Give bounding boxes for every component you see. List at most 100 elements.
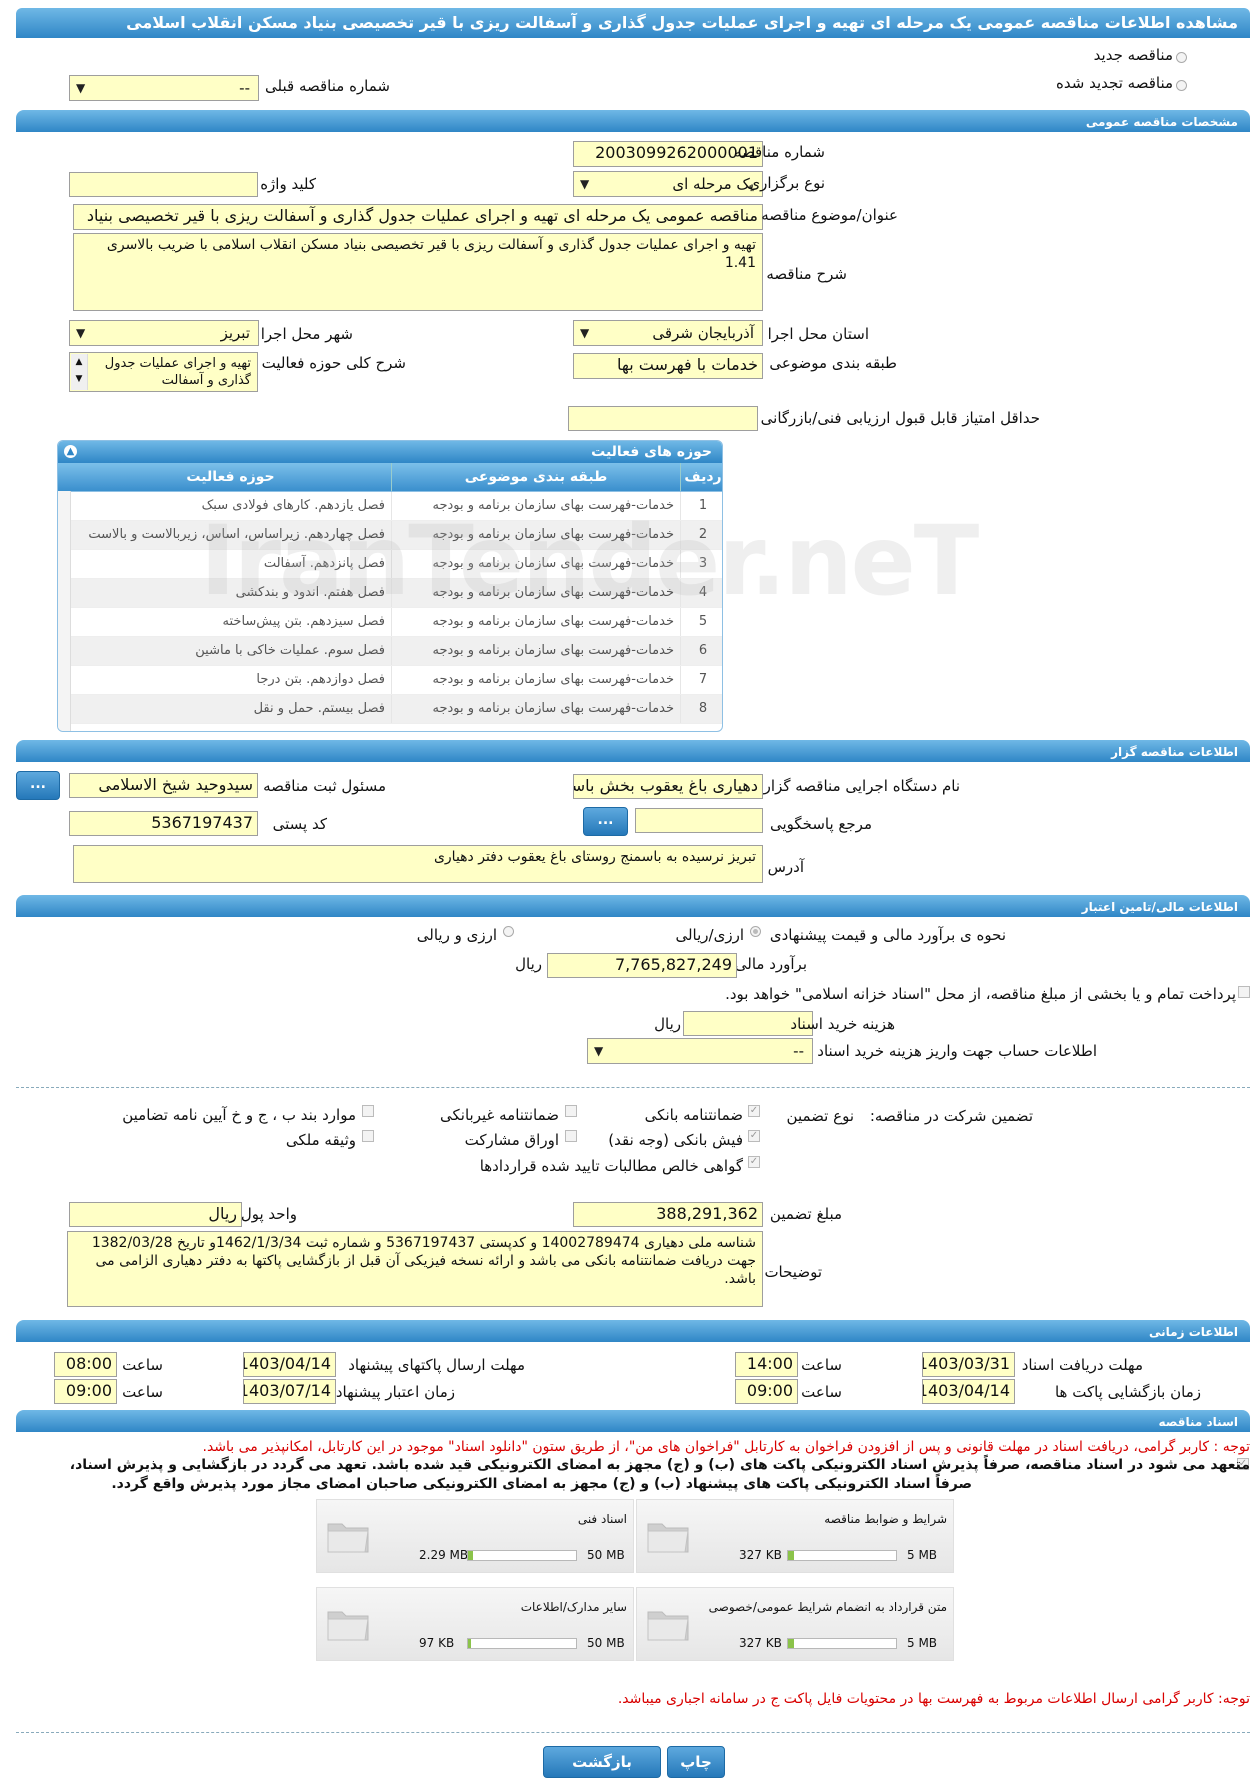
document-item[interactable]: شرایط و ضوابط مناقصه 327 KB 5 MB [636, 1499, 954, 1573]
section-timing: اطلاعات زمانی [16, 1320, 1250, 1342]
currency-rial-label: ارزی/ریالی [675, 926, 744, 944]
divider [16, 1732, 1250, 1733]
chevron-down-icon: ▼ [580, 177, 590, 191]
address-label: آدرس [767, 858, 804, 876]
doc-receive-label: مهلت دریافت اسناد [1021, 1356, 1143, 1374]
document-progress-fill [788, 1551, 795, 1560]
description-field: تهیه و اجرای عملیات جدول گذاری و آسفالت … [73, 233, 763, 311]
document-max-size: 5 MB [907, 1548, 938, 1562]
keyword-field[interactable] [69, 172, 258, 197]
non-bank-guarantee-checkbox[interactable] [565, 1105, 577, 1117]
province-select[interactable]: ▼ آذربایجان شرقی [573, 320, 763, 346]
description-label: شرح مناقصه [766, 265, 847, 283]
min-score-field[interactable] [568, 406, 758, 431]
document-title: اسناد فنی [577, 1512, 627, 1526]
header-activity: حوزه فعالیت [186, 469, 275, 485]
document-progress-fill [468, 1551, 474, 1560]
estimate-currency: ریال [515, 955, 542, 973]
subject-label: عنوان/موضوع مناقصه [761, 206, 898, 224]
commitment-text-1: متعهد می شود در اسناد مناقصه، صرفاً پذیر… [69, 1457, 1250, 1473]
section-organizer: اطلاعات مناقصه گزار [16, 740, 1250, 762]
row-number-cell: 8 [698, 701, 708, 716]
table-header: ردیف طبقه بندی موضوعی حوزه فعالیت [58, 463, 722, 492]
header-category: طبقه بندی موضوعی [391, 463, 681, 491]
document-progress [467, 1550, 577, 1561]
prev-tender-select[interactable]: ▼ -- [69, 75, 259, 101]
organizer-label: نام دستگاه اجرایی مناقصه گزار [763, 777, 960, 795]
new-tender-label: مناقصه جدید [1093, 46, 1173, 64]
category-field: خدمات با فهرست بها [573, 353, 763, 379]
reference-label: مرجع پاسخگویی [769, 815, 872, 833]
certificate-checkbox[interactable]: ✓ [748, 1156, 760, 1168]
account-label: اطلاعات حساب جهت واریز هزینه خرید اسناد [817, 1042, 1097, 1060]
renewed-tender-label: مناقصه تجدید شده [1056, 74, 1173, 92]
opening-date: 1403/04/14 [922, 1379, 1015, 1404]
bonds-checkbox[interactable] [565, 1130, 577, 1142]
non-bank-guarantee-label: ضمانتنامه غیربانکی [440, 1106, 559, 1124]
doc-receive-time: 14:00 [735, 1352, 798, 1377]
clauses-checkbox[interactable] [362, 1105, 374, 1117]
page-title: مشاهده اطلاعات مناقصه عمومی یک مرحله ای … [126, 13, 1238, 32]
registrar-more-button[interactable]: ... [16, 771, 60, 800]
currency-and-rial-radio[interactable] [503, 926, 514, 937]
print-button[interactable]: چاپ [667, 1746, 725, 1778]
new-tender-radio[interactable] [1176, 52, 1187, 63]
notes-label: توضیحات [764, 1263, 822, 1281]
chevron-down-icon: ▼ [76, 81, 86, 95]
watermark-logo: IranTender.neT [200, 505, 979, 617]
document-title: متن قرارداد به انضمام شرایط عمومی/خصوصی [708, 1600, 947, 1614]
property-checkbox[interactable] [362, 1130, 374, 1142]
folder-icon [327, 1611, 369, 1641]
scrollbar[interactable]: ▲ ▼ [71, 354, 88, 390]
back-button[interactable]: بازگشت [543, 1746, 661, 1778]
chevron-down-icon: ▼ [594, 1044, 604, 1058]
bank-guarantee-checkbox[interactable]: ✓ [748, 1105, 760, 1117]
validity-time: 09:00 [54, 1379, 117, 1404]
document-max-size: 50 MB [587, 1636, 625, 1650]
divider [16, 1087, 1250, 1088]
treasury-checkbox[interactable] [1238, 986, 1250, 998]
send-deadline-time-label: ساعت [122, 1356, 163, 1374]
document-title: شرایط و ضوابط مناقصه [824, 1512, 947, 1526]
city-select[interactable]: ▼ تبریز [69, 320, 259, 346]
estimate-label: برآورد مالی [734, 955, 807, 973]
doc-cost-currency: ریال [654, 1015, 681, 1033]
postal-code-field: 5367197437 [69, 811, 258, 836]
chevron-down-icon: ▼ [76, 326, 86, 340]
account-select[interactable]: ▼ -- [587, 1038, 813, 1064]
bank-receipt-checkbox[interactable]: ✓ [748, 1130, 760, 1142]
renewed-tender-radio[interactable] [1176, 80, 1187, 91]
document-item[interactable]: اسناد فنی 2.29 MB 50 MB [316, 1499, 634, 1573]
activity-cell: فصل سوم. عملیات خاکی با ماشین [195, 643, 385, 658]
document-item[interactable]: متن قرارداد به انضمام شرایط عمومی/خصوصی 3… [636, 1587, 954, 1661]
reference-more-button[interactable]: ... [583, 807, 628, 836]
send-deadline-date: 1403/04/14 [243, 1352, 336, 1377]
category-cell: خدمات-فهرست بهای سازمان برنامه و بودجه [391, 695, 681, 723]
category-label: طبقه بندی موضوعی [769, 354, 897, 372]
guarantee-type-label: نوع تضمین [786, 1107, 854, 1125]
estimate-field: 7,765,827,249 [547, 953, 737, 978]
activities-title: حوزه های فعالیت ▲ [58, 441, 722, 463]
scrollbar[interactable] [58, 491, 71, 731]
currency-unit-field: ریال [69, 1202, 242, 1227]
clauses-label: موارد بند ب ، ج و خ آیین نامه تضامین [122, 1106, 356, 1124]
validity-label: زمان اعتبار پیشنهاد [335, 1383, 455, 1401]
commitment-text-2: صرفاً اسناد الکترونیکی پاکت های پیشنهاد … [111, 1476, 972, 1492]
document-max-size: 50 MB [587, 1548, 625, 1562]
currency-rial-radio[interactable] [750, 926, 761, 937]
table-row: 6 خدمات-فهرست بهای سازمان برنامه و بودجه ف… [58, 637, 722, 666]
row-number-cell: 6 [698, 643, 708, 658]
folder-icon [647, 1611, 689, 1641]
certificate-label: گواهی خالص مطالبات تایید شده قراردادها [479, 1157, 743, 1175]
currency-and-rial-label: ارزی و ریالی [416, 926, 497, 944]
send-deadline-label: مهلت ارسال پاکتهای پیشنهاد [348, 1356, 525, 1374]
guarantee-amount-label: مبلغ تضمین [769, 1205, 842, 1223]
activity-cell: فصل دوازدهم. بتن درجا [256, 672, 385, 687]
keyword-label: کلید واژه [260, 175, 316, 193]
doc-receive-time-label: ساعت [801, 1356, 842, 1374]
hold-type-select[interactable]: ▼ یک مرحله ای [573, 171, 763, 197]
document-item[interactable]: سایر مدارک/اطلاعات 97 KB 50 MB [316, 1587, 634, 1661]
document-max-size: 5 MB [907, 1636, 938, 1650]
treasury-text: پرداخت تمام و یا بخشی از مبلغ مناقصه، از… [725, 985, 1236, 1003]
collapse-icon[interactable]: ▲ [64, 445, 77, 458]
